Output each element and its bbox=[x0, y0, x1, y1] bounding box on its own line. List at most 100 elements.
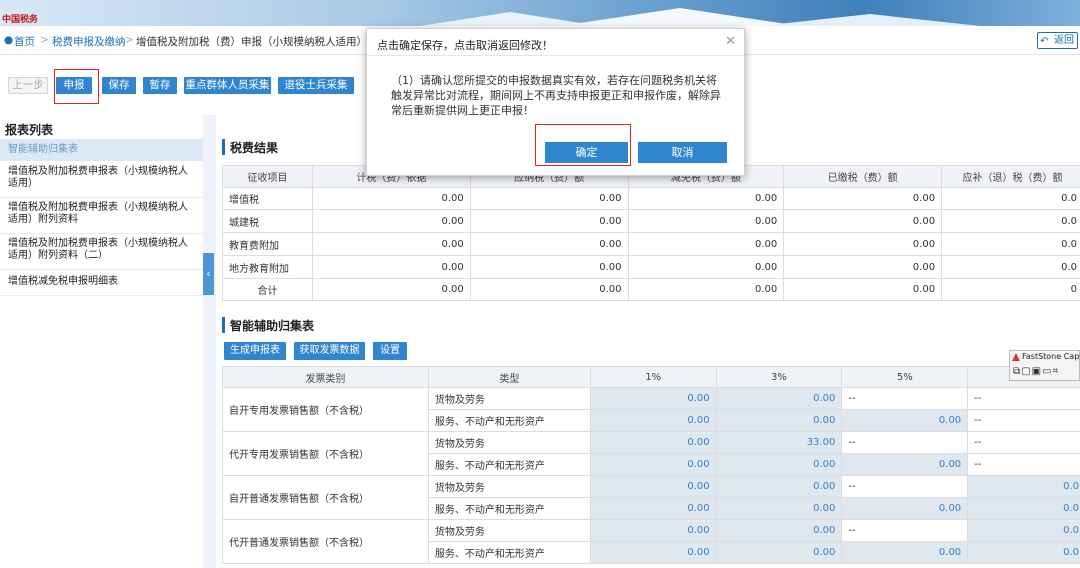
invoice-category: 代开普通发票销售额（不含税） bbox=[222, 519, 429, 564]
cell: 0.0 bbox=[941, 255, 1080, 279]
cell: 0.00 bbox=[469, 278, 629, 301]
type-cell: 货物及劳务 bbox=[427, 431, 591, 454]
cell: 0.00 bbox=[627, 209, 785, 233]
sidebar-splitter[interactable] bbox=[203, 115, 216, 568]
breadcrumb-separator: > bbox=[40, 34, 49, 46]
value-cell[interactable]: 0.00 bbox=[589, 453, 717, 476]
report-list-title: 报表列表 bbox=[5, 123, 54, 137]
cell: 0.00 bbox=[783, 209, 943, 233]
cell: 0.0 bbox=[941, 232, 1080, 256]
value-cell[interactable]: 0.00 bbox=[715, 453, 843, 476]
value-cell[interactable]: 0.00 bbox=[715, 387, 843, 410]
value-cell[interactable]: 0.00 bbox=[589, 475, 717, 498]
back-button[interactable]: ↶ 返回 bbox=[1037, 32, 1078, 49]
table-header-row: 发票类别 类型 1% 3% 5% bbox=[222, 366, 1080, 388]
value-cell[interactable]: 0.0 bbox=[967, 475, 1080, 498]
value-cell: -- bbox=[841, 387, 969, 410]
column-header: 3% bbox=[715, 366, 843, 388]
sidebar-item-attachment[interactable]: 增值税及附加税费申报表（小规模纳税人适用）附列资料 bbox=[0, 202, 203, 230]
value-cell: -- bbox=[841, 519, 969, 542]
cell: 0.00 bbox=[469, 209, 629, 233]
table-total-row: 合计 0.00 0.00 0.00 0.00 0 bbox=[222, 278, 1080, 301]
value-cell: -- bbox=[967, 409, 1080, 432]
breadcrumb-home[interactable]: 首页 bbox=[14, 34, 35, 49]
value-cell[interactable]: 0.00 bbox=[589, 409, 717, 432]
confirm-dialog: 点击确定保存，点击取消返回修改！ ✕ （1）请确认您所提交的申报数据真实有效，若… bbox=[366, 28, 745, 176]
type-cell: 服务、不动产和无形资产 bbox=[427, 541, 591, 564]
type-cell: 货物及劳务 bbox=[427, 387, 591, 410]
tax-logo: 中国税务 bbox=[2, 2, 38, 25]
value-cell[interactable]: 0.0 bbox=[967, 497, 1080, 520]
value-cell[interactable]: 0.00 bbox=[589, 519, 717, 542]
temp-save-button[interactable]: 暂存 bbox=[143, 77, 177, 94]
cell: 0.00 bbox=[783, 255, 943, 279]
close-icon[interactable]: ✕ bbox=[725, 34, 736, 49]
column-header: 1% bbox=[589, 366, 717, 388]
value-cell[interactable]: 0.00 bbox=[589, 431, 717, 454]
divider bbox=[0, 295, 203, 296]
prev-step-button[interactable]: 上一步 bbox=[8, 77, 48, 94]
faststone-logo-icon bbox=[1012, 353, 1020, 361]
value-cell[interactable]: 0.00 bbox=[589, 541, 717, 564]
table-row: 代开专用发票销售额（不含税） 货物及劳务 0.00 33.00 -- -- bbox=[222, 431, 1080, 476]
cancel-button[interactable]: 取消 bbox=[638, 142, 727, 163]
value-cell[interactable]: 33.00 bbox=[715, 431, 843, 454]
column-header: 已缴税（费）额 bbox=[783, 165, 943, 188]
value-cell: -- bbox=[841, 431, 969, 454]
fetch-invoice-button[interactable]: 获取发票数据 bbox=[294, 342, 365, 360]
faststone-title: FastStone Captur bbox=[1022, 352, 1080, 361]
veteran-collect-button[interactable]: 退役士兵采集 bbox=[278, 77, 354, 94]
value-cell[interactable]: 0.00 bbox=[715, 497, 843, 520]
value-cell[interactable]: 0.0 bbox=[967, 519, 1080, 542]
table-row: 代开普通发票销售额（不含税） 货物及劳务 0.00 0.00 -- 0.0 bbox=[222, 519, 1080, 564]
value-cell[interactable]: 0.00 bbox=[589, 387, 717, 410]
sidebar-item-smart-summary[interactable]: 智能辅助归集表 bbox=[0, 139, 203, 161]
value-cell[interactable]: 0.00 bbox=[841, 541, 969, 564]
value-cell[interactable]: 0.00 bbox=[589, 497, 717, 520]
value-cell[interactable]: 0.00 bbox=[715, 475, 843, 498]
value-cell[interactable]: 0.00 bbox=[715, 519, 843, 542]
sidebar-item-attachment-2[interactable]: 增值税及附加税费申报表（小规模纳税人适用）附列资料（二） bbox=[0, 238, 203, 266]
back-button-label: 返回 bbox=[1054, 35, 1074, 46]
report-list-sidebar: 报表列表 智能辅助归集表 增值税及附加税费申报表（小规模纳税人适用） 增值税及附… bbox=[0, 115, 203, 568]
return-icon: ↶ bbox=[1040, 36, 1049, 47]
value-cell[interactable]: 0.00 bbox=[715, 541, 843, 564]
collapse-handle[interactable]: ‹ bbox=[203, 253, 214, 295]
value-cell[interactable]: 0.00 bbox=[841, 453, 969, 476]
cell: 0.00 bbox=[311, 232, 471, 256]
table-row: 自开普通发票销售额（不含税） 货物及劳务 0.00 0.00 -- 0.0 bbox=[222, 475, 1080, 520]
banner-decoration bbox=[760, 14, 980, 26]
generate-report-button[interactable]: 生成申报表 bbox=[224, 342, 286, 360]
column-header: 5% bbox=[841, 366, 969, 388]
value-cell: -- bbox=[967, 431, 1080, 454]
type-cell: 货物及劳务 bbox=[427, 519, 591, 542]
cell: 0.00 bbox=[627, 255, 785, 279]
section-marker bbox=[222, 139, 225, 155]
divider bbox=[0, 233, 203, 234]
save-button[interactable]: 保存 bbox=[102, 77, 136, 94]
breadcrumb-tax-filing[interactable]: 税费申报及缴纳 bbox=[52, 34, 126, 49]
sidebar-item-main-form[interactable]: 增值税及附加税费申报表（小规模纳税人适用） bbox=[0, 166, 203, 194]
sidebar-item-exemption[interactable]: 增值税减免税申报明细表 bbox=[0, 276, 203, 290]
key-group-collect-button[interactable]: 重点群体人员采集 bbox=[184, 77, 271, 94]
tax-result-title: 税费结果 bbox=[230, 141, 279, 155]
invoice-category: 自开专用发票销售额（不含税） bbox=[222, 387, 429, 432]
value-cell[interactable]: 0.0 bbox=[967, 541, 1080, 564]
value-cell[interactable]: 0.00 bbox=[715, 409, 843, 432]
value-cell[interactable]: 0.00 bbox=[841, 497, 969, 520]
faststone-capture-widget[interactable]: FastStone Captur ⧉▢▣▭⌗ bbox=[1009, 350, 1080, 381]
tax-result-table: 征收项目 计税（费）依据 应纳税（费）额 减免税（费）额 已缴税（费）额 应补（… bbox=[222, 165, 1080, 301]
row-label: 教育费附加 bbox=[222, 232, 313, 256]
value-cell: -- bbox=[967, 387, 1080, 410]
settings-button[interactable]: 设置 bbox=[373, 342, 407, 360]
location-icon: ● bbox=[4, 34, 14, 46]
capture-tool-icons[interactable]: ⧉▢▣▭⌗ bbox=[1013, 366, 1059, 377]
section-marker bbox=[222, 317, 225, 333]
value-cell: -- bbox=[841, 475, 969, 498]
value-cell[interactable]: 0.00 bbox=[841, 409, 969, 432]
top-banner: 中国税务 bbox=[0, 0, 1080, 26]
cell: 0.0 bbox=[941, 209, 1080, 233]
highlight-box bbox=[535, 124, 631, 166]
row-label: 合计 bbox=[222, 278, 313, 301]
column-header: 征收项目 bbox=[222, 165, 313, 188]
